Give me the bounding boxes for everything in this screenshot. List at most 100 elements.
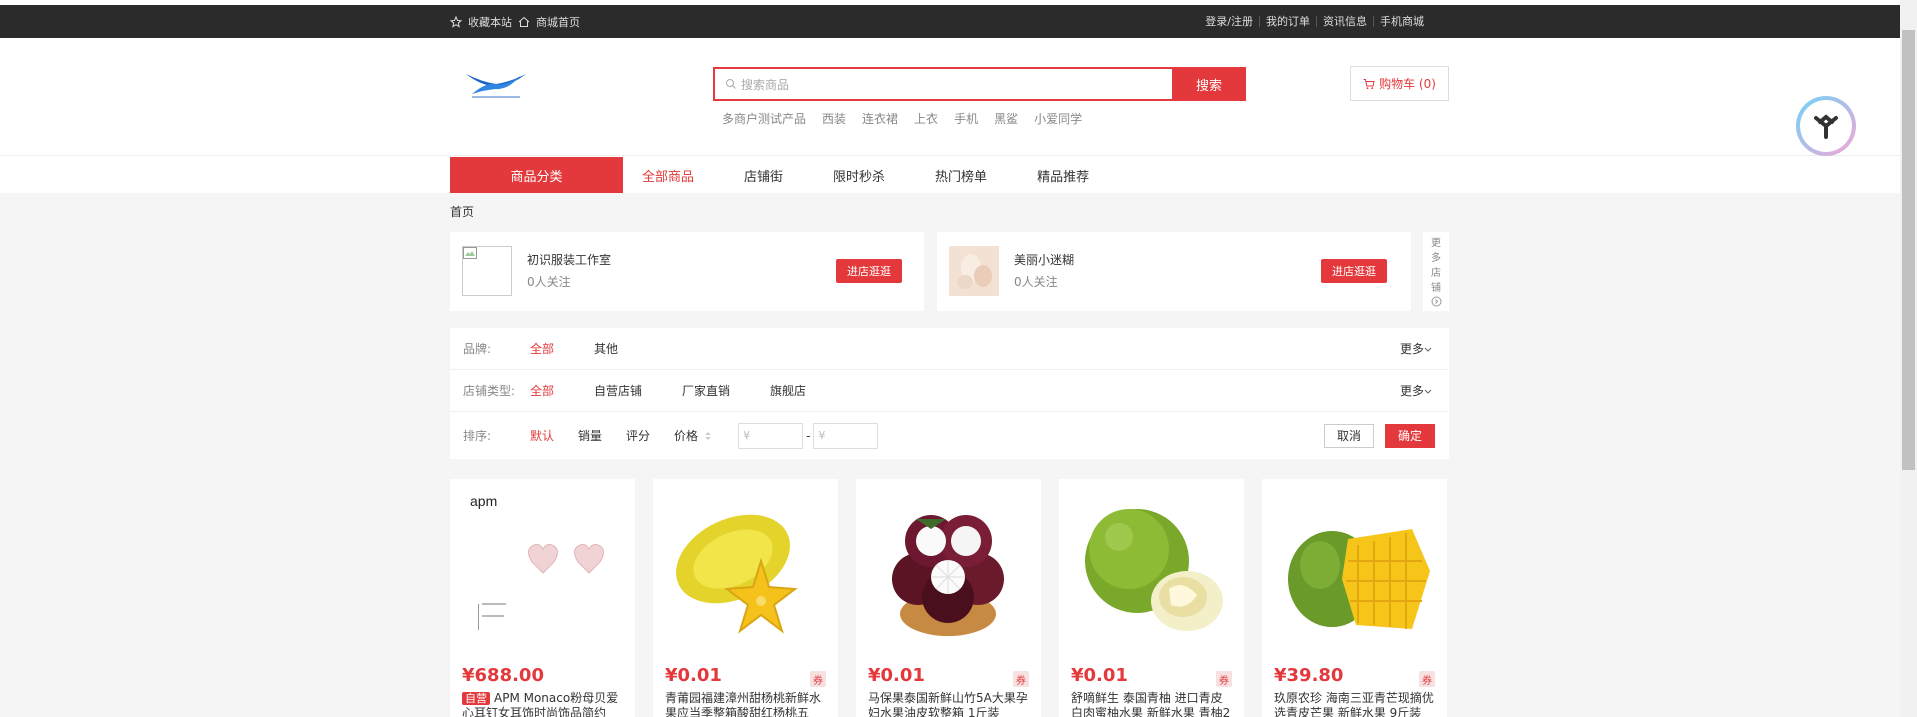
sort-default[interactable]: 默认 [530, 427, 554, 444]
store-name[interactable]: 美丽小迷糊 [1014, 251, 1074, 268]
product-image [1262, 479, 1447, 664]
brand-option-all[interactable]: 全部 [530, 340, 554, 357]
enter-store-button[interactable]: 进店逛逛 [836, 259, 902, 283]
cart-label: 购物车 (0) [1379, 77, 1436, 91]
star-icon [450, 15, 462, 28]
sort-rating[interactable]: 评分 [626, 427, 650, 444]
coupon-badge: 券 [810, 671, 826, 687]
more-stores-char: 多 [1431, 253, 1441, 264]
product-card[interactable]: ¥39.80 券 玖原农珍 海南三亚青芒现摘优选青皮芒果 新鲜水果 9斤装 [1262, 479, 1447, 717]
product-title[interactable]: 玖原农珍 海南三亚青芒现摘优选青皮芒果 新鲜水果 9斤装 [1274, 691, 1436, 717]
assistant-avatar[interactable] [1796, 96, 1856, 156]
more-stores-link[interactable]: 更 多 店 铺 [1423, 232, 1449, 311]
cart-button[interactable]: 购物车 (0) [1350, 66, 1449, 101]
login-link[interactable]: 登录/注册 [1199, 16, 1259, 27]
enter-store-button[interactable]: 进店逛逛 [1321, 259, 1387, 283]
mobile-mall-link[interactable]: 手机商城 [1373, 16, 1430, 27]
product-price: ¥0.01 [868, 665, 925, 686]
favorite-link[interactable]: 收藏本站 [468, 14, 512, 30]
coupon-badge: 券 [1216, 671, 1232, 687]
store-type-option-all[interactable]: 全部 [530, 382, 554, 399]
main-nav: 商品分类 全部商品 店铺街 限时秒杀 热门榜单 精品推荐 [0, 157, 1900, 193]
product-title[interactable]: 自营 APM Monaco粉母贝爱心耳钉女耳饰时尚饰品简约 [462, 691, 624, 717]
self-operated-badge: 自营 [462, 692, 490, 705]
nav-all-products[interactable]: 全部商品 [642, 166, 694, 185]
robot-icon [1814, 114, 1838, 139]
search-input[interactable]: 搜索商品 [715, 69, 1172, 99]
max-price-input[interactable]: ¥ [813, 422, 879, 449]
earring-image: apm [470, 493, 604, 630]
sort-arrows-icon [705, 431, 712, 440]
product-title[interactable]: 青莆园福建漳州甜杨桃新鲜水果应当季整箱酸甜红杨桃五 [665, 691, 827, 717]
store-type-option-factory[interactable]: 厂家直销 [682, 382, 730, 399]
home-link[interactable]: 商城首页 [536, 14, 580, 30]
store-fans: 0人关注 [1014, 275, 1058, 289]
more-stores-char: 店 [1431, 268, 1441, 279]
mango-image [1288, 529, 1430, 629]
store-type-option-self[interactable]: 自营店铺 [594, 382, 642, 399]
hotword-item[interactable]: 多商户测试产品 [722, 110, 806, 127]
hotword-item[interactable]: 上衣 [914, 110, 938, 127]
product-price: ¥688.00 [462, 665, 544, 686]
sort-price[interactable]: 价格 [674, 427, 698, 444]
scrollbar-thumb[interactable] [1902, 30, 1915, 470]
hotword-item[interactable]: 西装 [822, 110, 846, 127]
product-title[interactable]: 马保果泰国新鲜山竹5A大果孕妇水果油皮软整箱 1斤装 [868, 691, 1030, 717]
starfruit-image [676, 514, 798, 634]
category-menu-button[interactable]: 商品分类 [450, 157, 623, 193]
product-card[interactable]: ¥0.01 券 青莆园福建漳州甜杨桃新鲜水果应当季整箱酸甜红杨桃五 [653, 479, 838, 717]
product-title[interactable]: 舒嘀鲜生 泰国青柚 进口青皮白肉蜜柚水果 新鲜水果 青柚2 [1071, 691, 1233, 717]
store-card: 美丽小迷糊 0人关注 进店逛逛 [937, 232, 1411, 311]
product-card[interactable]: apm ¥688.00 自营 APM Monaco粉母贝爱心耳钉女耳饰时尚饰品简约 [450, 479, 635, 717]
news-link[interactable]: 资讯信息 [1316, 16, 1373, 27]
cancel-button[interactable]: 取消 [1324, 423, 1374, 448]
more-stores-char: 更 [1431, 238, 1441, 249]
more-label: 更多 [1399, 384, 1424, 398]
pomelo-image [1085, 509, 1223, 631]
nav-store-street[interactable]: 店铺街 [744, 166, 783, 185]
top-bar-right: 登录/注册 我的订单 资讯信息 手机商城 [1199, 5, 1430, 38]
sort-sales[interactable]: 销量 [578, 427, 602, 444]
search-button[interactable]: 搜索 [1172, 67, 1246, 101]
nav-flash-sale[interactable]: 限时秒杀 [833, 166, 885, 185]
chevron-down-icon [1424, 389, 1432, 394]
product-image [653, 479, 838, 664]
store-type-option-flagship[interactable]: 旗舰店 [770, 382, 806, 399]
main-content: 首页 初识服装工作室 0人关注 进店逛逛 美丽小迷糊 0人关注 进店逛逛 更 多… [0, 193, 1900, 717]
hot-keywords: 多商户测试产品 西装 连衣裙 上衣 手机 黑鲨 小爱同学 [722, 110, 1082, 127]
product-card[interactable]: ¥0.01 券 舒嘀鲜生 泰国青柚 进口青皮白肉蜜柚水果 新鲜水果 青柚2 [1059, 479, 1244, 717]
header: 搜索商品 搜索 多商户测试产品 西装 连衣裙 上衣 手机 黑鲨 小爱同学 购物车… [0, 38, 1900, 156]
hotword-item[interactable]: 连衣裙 [862, 110, 898, 127]
broken-image-icon [463, 247, 477, 259]
chevron-down-icon [1424, 347, 1432, 352]
breadcrumb[interactable]: 首页 [450, 203, 474, 220]
site-logo[interactable] [462, 68, 530, 102]
hotword-item[interactable]: 小爱同学 [1034, 110, 1082, 127]
nav-hot-list[interactable]: 热门榜单 [935, 166, 987, 185]
product-image [1059, 479, 1244, 664]
store-type-more-button[interactable]: 更多 [1400, 382, 1432, 399]
assistant-avatar-inner [1800, 100, 1852, 152]
confirm-button[interactable]: 确定 [1385, 423, 1435, 448]
search-placeholder: 搜索商品 [741, 77, 790, 92]
sort-label: 排序: [463, 429, 492, 443]
brand-more-button[interactable]: 更多 [1400, 340, 1432, 357]
store-card: 初识服装工作室 0人关注 进店逛逛 [450, 232, 924, 311]
top-bar-left: 收藏本站 商城首页 [450, 5, 580, 38]
brand-option-other[interactable]: 其他 [594, 340, 618, 357]
filter-panel: 品牌: 全部 其他 更多 店铺类型: 全部 自营店铺 厂家直销 旗舰店 更多 排… [450, 328, 1449, 459]
hotword-item[interactable]: 手机 [954, 110, 978, 127]
orders-link[interactable]: 我的订单 [1259, 16, 1316, 27]
page-scrollbar[interactable] [1900, 0, 1917, 717]
store-name[interactable]: 初识服装工作室 [527, 251, 611, 268]
more-stores-char: 铺 [1431, 283, 1441, 294]
hotword-item[interactable]: 黑鲨 [994, 110, 1018, 127]
store-fans: 0人关注 [527, 275, 571, 289]
product-card[interactable]: ¥0.01 券 马保果泰国新鲜山竹5A大果孕妇水果油皮软整箱 1斤装 [856, 479, 1041, 717]
min-price-input[interactable]: ¥ [738, 422, 804, 449]
coupon-badge: 券 [1013, 671, 1029, 687]
nav-recommend[interactable]: 精品推荐 [1037, 166, 1089, 185]
sort-row: 排序: 默认 销量 评分 价格 ¥ - ¥ 取消 确定 [450, 412, 1449, 459]
cart-icon [1363, 78, 1375, 89]
store-logo [462, 246, 512, 296]
